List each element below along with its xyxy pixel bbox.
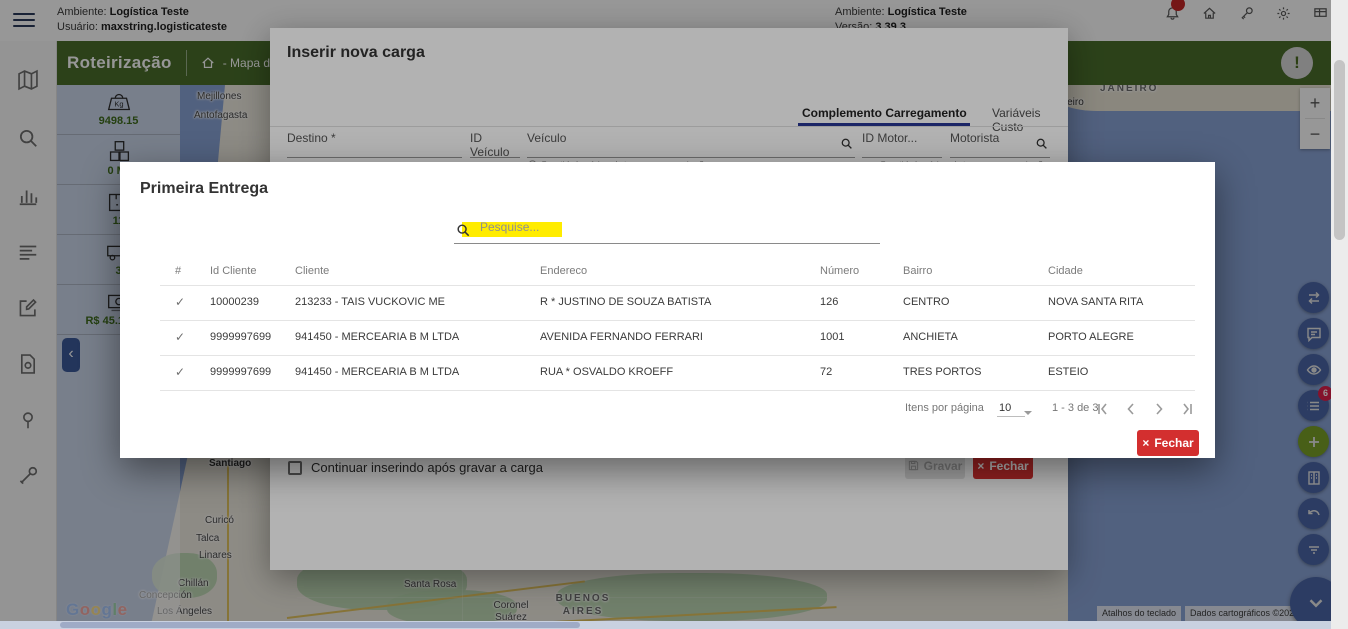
- col-header-id-cliente[interactable]: Id Cliente: [210, 265, 256, 277]
- page-size-caret-icon[interactable]: [1020, 405, 1036, 421]
- col-header-bairro[interactable]: Bairro: [903, 265, 932, 277]
- vertical-scrollbar-thumb[interactable]: [1334, 60, 1345, 240]
- cell-cidade: ESTEIO: [1048, 366, 1088, 378]
- cell-bairro: ANCHIETA: [903, 331, 958, 343]
- row-check-icon[interactable]: ✓: [175, 295, 185, 309]
- cell-cliente: 213233 - TAIS VUCKOVIC ME: [295, 296, 445, 308]
- col-header-numero[interactable]: Número: [820, 265, 859, 277]
- primeira-entrega-modal: Primeira Entrega # Id Cliente Cliente En…: [120, 162, 1215, 458]
- last-page-icon[interactable]: [1179, 401, 1195, 417]
- cell-endereco: RUA * OSVALDO KROEFF: [540, 366, 673, 378]
- items-per-page-label: Itens por página: [905, 402, 984, 414]
- search-field[interactable]: [454, 218, 880, 244]
- cell-bairro: TRES PORTOS: [903, 366, 981, 378]
- cell-cidade: NOVA SANTA RITA: [1048, 296, 1143, 308]
- first-page-icon[interactable]: [1095, 401, 1111, 417]
- cell-numero: 72: [820, 366, 832, 378]
- cell-cliente: 941450 - MERCEARIA B M LTDA: [295, 331, 459, 343]
- cell-cidade: PORTO ALEGRE: [1048, 331, 1134, 343]
- col-header-num[interactable]: #: [175, 265, 181, 277]
- next-page-icon[interactable]: [1151, 401, 1167, 417]
- cell-endereco: R * JUSTINO DE SOUZA BATISTA: [540, 296, 711, 308]
- fechar-entrega-button[interactable]: × Fechar: [1137, 430, 1199, 456]
- search-icon: [456, 223, 470, 237]
- previous-page-icon[interactable]: [1123, 401, 1139, 417]
- cell-bairro: CENTRO: [903, 296, 949, 308]
- modal-title: Primeira Entrega: [140, 180, 268, 198]
- cell-cliente: 941450 - MERCEARIA B M LTDA: [295, 366, 459, 378]
- col-header-endereco[interactable]: Endereco: [540, 265, 587, 277]
- horizontal-scrollbar-thumb[interactable]: [60, 622, 580, 628]
- cell-id-cliente: 9999997699: [210, 331, 271, 343]
- horizontal-scrollbar[interactable]: [0, 621, 1348, 629]
- col-header-cliente[interactable]: Cliente: [295, 265, 329, 277]
- row-check-icon[interactable]: ✓: [175, 330, 185, 344]
- search-input[interactable]: [480, 220, 870, 234]
- cell-numero: 126: [820, 296, 838, 308]
- screen: Ambiente: Logística Teste Usuário: maxst…: [0, 0, 1348, 629]
- cell-endereco: AVENIDA FERNANDO FERRARI: [540, 331, 703, 343]
- cell-id-cliente: 10000239: [210, 296, 259, 308]
- row-check-icon[interactable]: ✓: [175, 365, 185, 379]
- vertical-scrollbar[interactable]: [1331, 0, 1348, 629]
- cell-numero: 1001: [820, 331, 844, 343]
- pagination-range: 1 - 3 de 3: [1052, 402, 1098, 414]
- cell-id-cliente: 9999997699: [210, 366, 271, 378]
- col-header-cidade[interactable]: Cidade: [1048, 265, 1083, 277]
- close-x-icon: ×: [1142, 436, 1149, 450]
